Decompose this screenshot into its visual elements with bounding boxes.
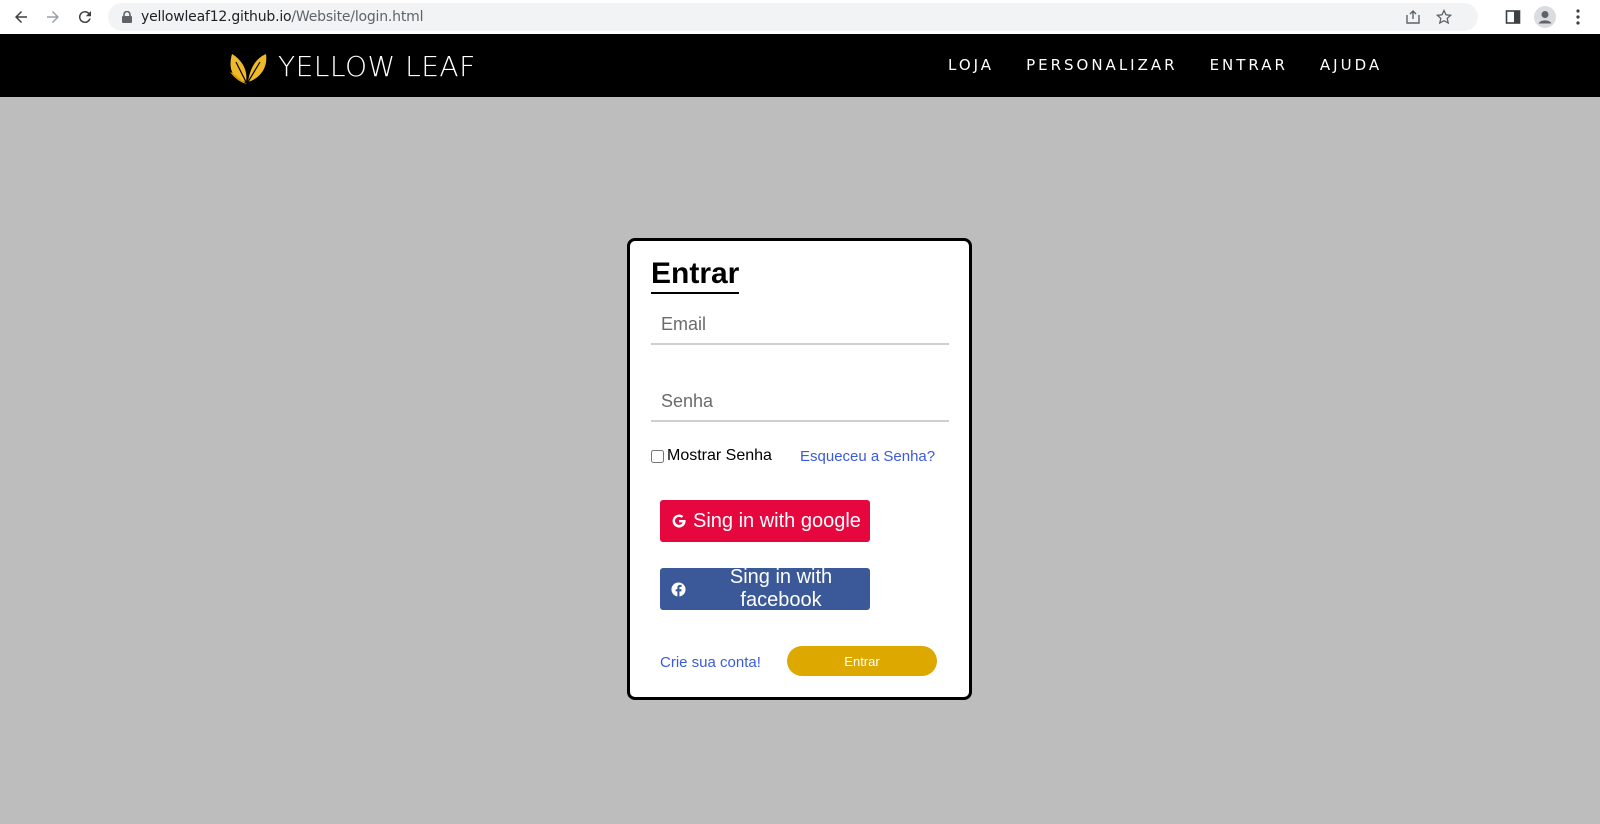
profile-avatar-icon[interactable] bbox=[1533, 5, 1557, 29]
facebook-icon bbox=[670, 581, 686, 598]
nav-link-ajuda[interactable]: AJUDA bbox=[1320, 56, 1382, 74]
site-header: YELLOW LEAF LOJA PERSONALIZAR ENTRAR AJU… bbox=[0, 34, 1600, 97]
menu-dots-icon[interactable] bbox=[1566, 5, 1590, 29]
side-panel-icon[interactable] bbox=[1501, 5, 1525, 29]
facebook-button-label: Sing in with facebook bbox=[729, 566, 833, 611]
nav-link-personalizar[interactable]: PERSONALIZAR bbox=[1026, 56, 1178, 74]
nav-link-entrar[interactable]: ENTRAR bbox=[1210, 56, 1288, 74]
create-account-link[interactable]: Crie sua conta! bbox=[660, 654, 761, 671]
brand-logo[interactable]: YELLOW LEAF bbox=[226, 46, 476, 86]
google-button-label: Sing in with google bbox=[693, 509, 861, 532]
leaf-logo-icon bbox=[230, 54, 267, 84]
show-password-label: Mostrar Senha bbox=[667, 447, 772, 464]
facebook-signin-button[interactable]: Sing in with facebook bbox=[660, 566, 870, 611]
lock-icon bbox=[122, 11, 132, 23]
arrow-right-icon bbox=[47, 11, 59, 23]
password-field[interactable] bbox=[651, 382, 949, 422]
login-title: Entrar bbox=[651, 257, 740, 294]
brand-name: YELLOW LEAF bbox=[278, 49, 476, 83]
google-signin-button[interactable]: Sing in with google bbox=[660, 500, 870, 542]
email-field[interactable] bbox=[651, 305, 949, 345]
forward-button[interactable] bbox=[41, 5, 65, 29]
show-password-checkbox[interactable] bbox=[651, 449, 664, 463]
show-password-toggle[interactable]: Mostrar Senha bbox=[651, 447, 772, 465]
url-text: yellowleaf12.github.io/Website/login.htm… bbox=[141, 9, 424, 25]
main-nav: LOJA PERSONALIZAR ENTRAR AJUDA bbox=[948, 56, 1414, 74]
google-icon bbox=[670, 513, 687, 530]
reload-button[interactable] bbox=[73, 5, 97, 29]
forgot-password-link[interactable]: Esqueceu a Senha? bbox=[800, 448, 935, 465]
submit-button[interactable]: Entrar bbox=[787, 646, 937, 676]
nav-link-loja[interactable]: LOJA bbox=[948, 56, 994, 74]
address-bar[interactable]: yellowleaf12.github.io/Website/login.htm… bbox=[108, 3, 1478, 31]
reload-icon bbox=[78, 11, 91, 24]
star-icon[interactable] bbox=[1434, 7, 1454, 27]
browser-toolbar: yellowleaf12.github.io/Website/login.htm… bbox=[0, 0, 1600, 34]
share-icon[interactable] bbox=[1403, 7, 1423, 27]
login-card: Entrar Mostrar Senha Esqueceu a Senha? S… bbox=[627, 238, 972, 700]
back-button[interactable] bbox=[9, 5, 33, 29]
arrow-left-icon bbox=[15, 11, 27, 23]
